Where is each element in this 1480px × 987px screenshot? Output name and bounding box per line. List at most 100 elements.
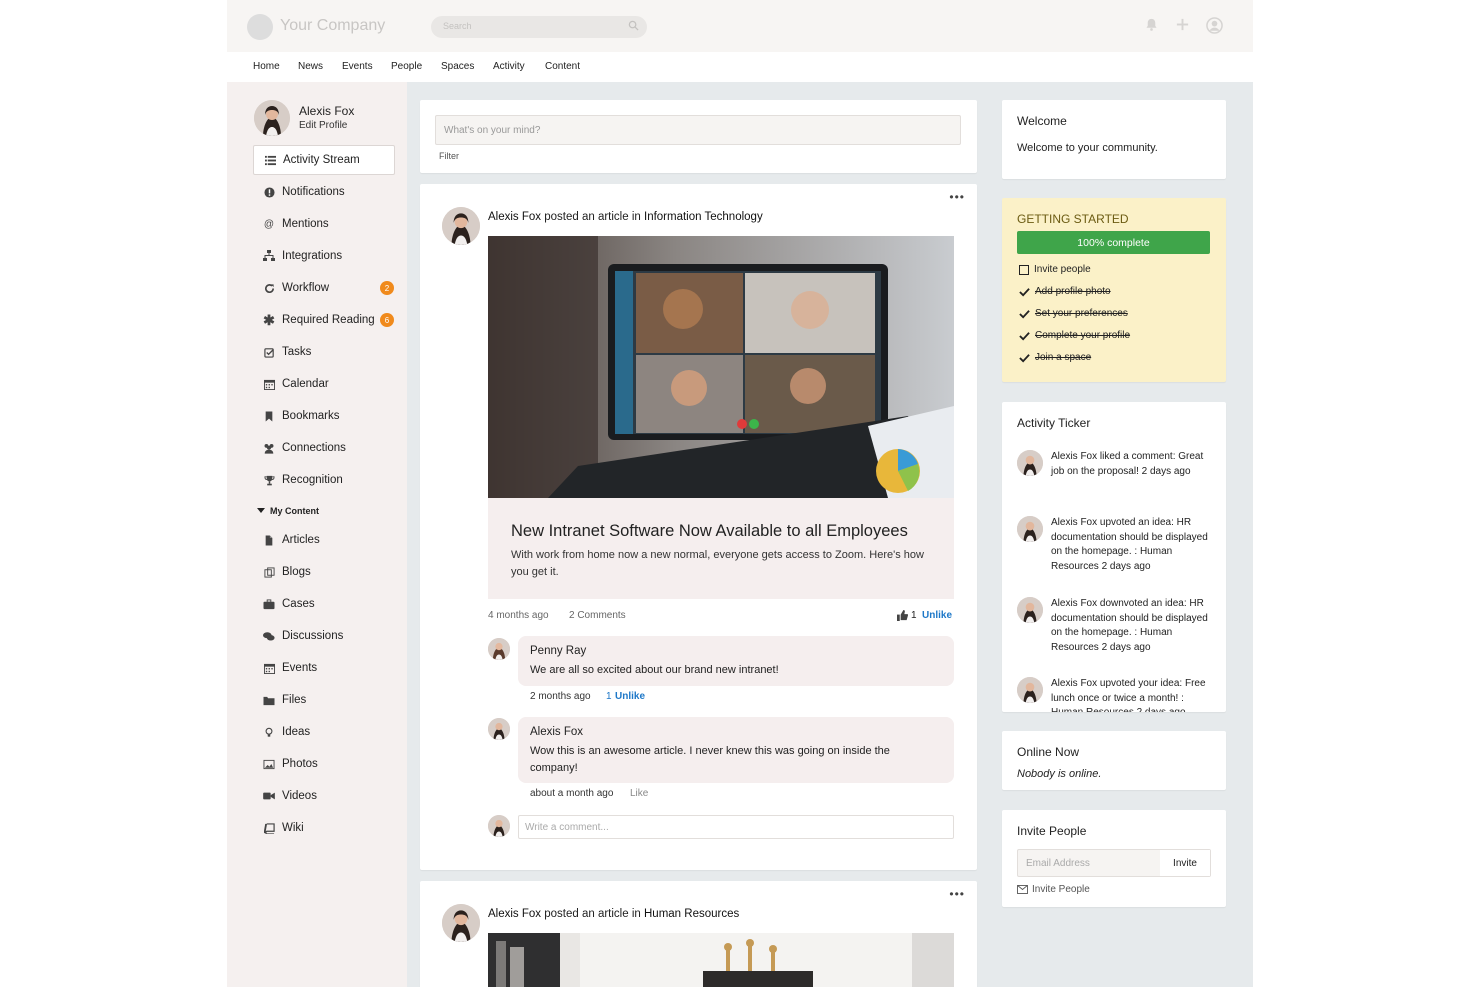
user-avatar-icon[interactable] (1206, 17, 1223, 34)
logo-icon[interactable] (247, 14, 273, 40)
task-set-preferences[interactable]: Set your preferences (1019, 308, 1128, 319)
comment-author-link[interactable]: Alexis Fox (530, 726, 583, 738)
post-action: posted an article in (544, 211, 641, 223)
search-icon[interactable] (628, 20, 639, 31)
comment-like-button[interactable]: Like (630, 788, 648, 799)
task-label: Complete your profile (1035, 330, 1131, 341)
sidebar: Alexis Fox Edit Profile Activity Stream … (227, 82, 407, 987)
sidebar-item-integrations[interactable]: Integrations (253, 241, 395, 271)
sidebar-item-articles[interactable]: Articles (253, 525, 395, 555)
top-bar: Your Company Search (227, 0, 1253, 52)
sidebar-item-wiki[interactable]: Wiki (253, 813, 395, 843)
welcome-text: Welcome to your community. (1017, 142, 1158, 154)
sidebar-item-recognition[interactable]: Recognition (253, 465, 395, 495)
avatar[interactable] (488, 718, 510, 740)
sidebar-item-events[interactable]: Events (253, 653, 395, 683)
more-options-icon[interactable]: ••• (949, 190, 965, 204)
more-options-icon[interactable]: ••• (949, 887, 965, 901)
comment-unlike-button[interactable]: Unlike (615, 691, 645, 702)
nav-spaces[interactable]: Spaces (441, 61, 474, 72)
sidebar-item-videos[interactable]: Videos (253, 781, 395, 811)
edit-profile-link[interactable]: Edit Profile (299, 120, 347, 131)
comment-text: Wow this is an awesome article. I never … (530, 745, 890, 774)
task-add-profile-photo[interactable]: Add profile photo (1019, 286, 1111, 297)
sidebar-item-cases[interactable]: Cases (253, 589, 395, 619)
comment-bubble: Penny Ray We are all so excited about ou… (518, 636, 954, 686)
post-action: posted an article in (544, 908, 641, 920)
sidebar-item-activity-stream[interactable]: Activity Stream (253, 145, 395, 175)
post-space-link[interactable]: Information Technology (644, 211, 763, 223)
alert-circle-icon (263, 186, 275, 198)
sidebar-item-required-reading[interactable]: ✱ Required Reading 6 (253, 305, 395, 335)
sidebar-item-photos[interactable]: Photos (253, 749, 395, 779)
avatar[interactable] (442, 904, 480, 942)
nav-people[interactable]: People (391, 61, 422, 72)
email-field[interactable]: Email Address Invite (1017, 849, 1211, 877)
sidebar-item-connections[interactable]: Connections (253, 433, 395, 463)
blog-icon (263, 566, 275, 578)
online-title: Online Now (1017, 745, 1080, 759)
sidebar-item-calendar[interactable]: Calendar (253, 369, 395, 399)
post-space-link[interactable]: Human Resources (644, 908, 739, 920)
comment-time: 2 months ago (530, 691, 591, 702)
bell-icon[interactable] (1144, 17, 1161, 34)
online-now-card: Online Now Nobody is online. (1002, 731, 1226, 790)
ticker-text: Alexis Fox liked a comment: Great job on… (1051, 451, 1204, 477)
nav-content[interactable]: Content (545, 61, 580, 72)
post-hero-image[interactable] (488, 236, 954, 498)
post-hero-image[interactable] (488, 933, 954, 987)
task-join-space[interactable]: Join a space (1019, 352, 1091, 363)
ticker-text: Alexis Fox upvoted your idea: Free lunch… (1051, 678, 1206, 712)
app-frame: Your Company Search Home News Events Peo… (227, 0, 1253, 987)
article-summary[interactable]: New Intranet Software Now Available to a… (488, 498, 954, 599)
calendar-icon (263, 662, 275, 674)
invite-people-card: Invite People Email Address Invite Invit… (1002, 810, 1226, 907)
post-author-link[interactable]: Alexis Fox (488, 908, 541, 920)
brand-name[interactable]: Your Company (280, 17, 385, 35)
sidebar-item-notifications[interactable]: Notifications (253, 177, 395, 207)
ticker-text: Alexis Fox downvoted an idea: HR documen… (1051, 598, 1208, 653)
sidebar-item-label: Recognition (282, 474, 343, 486)
task-label: Add profile photo (1035, 286, 1111, 297)
avatar[interactable] (488, 638, 510, 660)
sidebar-item-label: Videos (282, 790, 317, 802)
sidebar-item-discussions[interactable]: Discussions (253, 621, 395, 651)
my-content-toggle[interactable]: My Content (257, 506, 319, 516)
invite-button[interactable]: Invite (1160, 850, 1210, 876)
invite-people-link[interactable]: Invite People (1017, 884, 1090, 895)
avatar[interactable] (442, 207, 480, 245)
filter-link[interactable]: Filter (439, 151, 459, 161)
sidebar-item-files[interactable]: Files (253, 685, 395, 715)
email-placeholder: Email Address (1026, 858, 1090, 869)
plus-icon[interactable] (1175, 17, 1192, 34)
like-count-value: 1 (911, 610, 917, 621)
folder-icon (263, 694, 275, 706)
ticker-text: Alexis Fox upvoted an idea: HR documenta… (1051, 517, 1208, 572)
unlike-button[interactable]: Unlike (922, 610, 952, 621)
profile-name[interactable]: Alexis Fox (299, 104, 354, 118)
sidebar-item-workflow[interactable]: Workflow 2 (253, 273, 395, 303)
image-icon (263, 758, 275, 770)
nav-events[interactable]: Events (342, 61, 373, 72)
sidebar-item-tasks[interactable]: Tasks (253, 337, 395, 367)
sidebar-item-mentions[interactable]: @ Mentions (253, 209, 395, 239)
comments-count-link[interactable]: 2 Comments (569, 610, 626, 621)
checkbox-icon (263, 346, 275, 358)
avatar (488, 815, 510, 837)
search-input[interactable]: Search (431, 16, 647, 38)
comment-author-link[interactable]: Penny Ray (530, 645, 586, 657)
sidebar-item-blogs[interactable]: Blogs (253, 557, 395, 587)
task-complete-profile[interactable]: Complete your profile (1019, 330, 1130, 341)
task-invite-people[interactable]: Invite people (1019, 264, 1091, 275)
nav-news[interactable]: News (298, 61, 323, 72)
sidebar-item-ideas[interactable]: Ideas (253, 717, 395, 747)
nav-home[interactable]: Home (253, 61, 280, 72)
sidebar-item-bookmarks[interactable]: Bookmarks (253, 401, 395, 431)
post-author-link[interactable]: Alexis Fox (488, 211, 541, 223)
post-composer-input[interactable]: What's on your mind? (435, 115, 961, 145)
comment-bubble: Alexis Fox Wow this is an awesome articl… (518, 717, 954, 783)
avatar[interactable] (254, 100, 290, 136)
comment-input[interactable]: Write a comment... (518, 815, 954, 839)
nav-activity[interactable]: Activity (493, 61, 525, 72)
article-title[interactable]: New Intranet Software Now Available to a… (511, 522, 908, 541)
